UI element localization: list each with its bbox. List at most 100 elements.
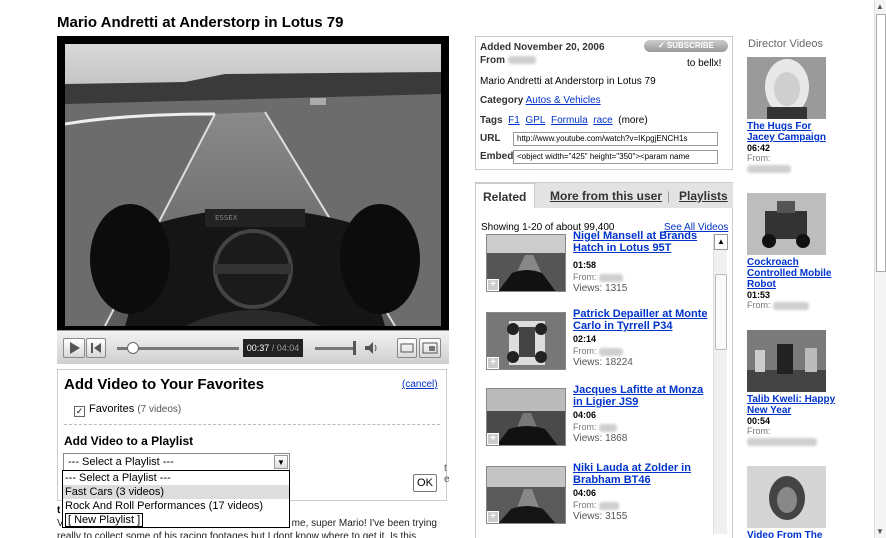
video-frame[interactable]: ESSEX (65, 44, 441, 326)
views-count: 3155 (605, 511, 628, 522)
description-line: really to collect some of his racing foo… (57, 531, 417, 538)
add-to-quicklist-icon[interactable]: + (487, 279, 499, 291)
scroll-up-icon[interactable]: ▲ (876, 2, 884, 11)
related-duration: 04:06 (573, 410, 597, 420)
subscribe-button[interactable]: ✓ SUBSCRIBE (644, 40, 728, 52)
scroll-down-icon[interactable]: ▼ (876, 527, 884, 536)
related-duration: 04:06 (573, 488, 597, 498)
related-duration: 01:58 (573, 260, 597, 270)
related-scrollbar[interactable]: ▲ (713, 234, 728, 534)
volume-handle[interactable] (353, 341, 356, 355)
views-count: 18224 (605, 357, 633, 368)
added-label: Added (480, 42, 512, 53)
url-label: URL (480, 133, 501, 144)
related-video-item[interactable]: + Nigel Mansell at Brands Hatch in Lotus… (484, 230, 716, 308)
scroll-up-icon[interactable]: ▲ (714, 234, 728, 250)
video-title-text: Mario Andretti at Anderstorp in Lotus 79 (480, 76, 656, 87)
related-from: From: (573, 500, 620, 510)
time-display: 00:37 / 04:04 (243, 339, 303, 357)
director-video-item[interactable]: Cockroach Controlled Mobile Robot 01:53 … (747, 193, 837, 310)
volume-track[interactable] (315, 347, 355, 350)
director-thumbnail[interactable] (747, 57, 826, 119)
category-link[interactable]: Autos & Vehicles (526, 95, 601, 106)
related-title[interactable]: Patrick Depailler at Monte Carlo in Tyrr… (573, 308, 713, 332)
add-to-quicklist-icon[interactable]: + (487, 357, 499, 369)
new-playlist-option[interactable]: [ New Playlist ] (65, 513, 144, 527)
from-label: From: (573, 272, 597, 282)
related-thumbnail[interactable]: + (486, 234, 566, 292)
tag-link[interactable]: GPL (525, 115, 545, 126)
side-fragment-1: t (444, 463, 447, 474)
director-video-item[interactable]: The Hugs For Jacey Campaign 06:42 From: (747, 57, 837, 173)
director-video-duration: 01:53 (747, 290, 771, 300)
favorites-checkbox[interactable]: ✓ (74, 406, 85, 417)
related-video-item[interactable]: + Niki Lauda at Zolder in Brabham BT46 0… (484, 462, 716, 538)
chevron-down-icon[interactable]: ▼ (274, 455, 288, 469)
ok-button[interactable]: OK (413, 474, 437, 492)
tags-more-link[interactable]: (more) (618, 115, 647, 126)
category-label: Category (480, 95, 524, 106)
popout-button[interactable] (397, 338, 417, 358)
director-video-item[interactable]: Video From The (747, 466, 837, 538)
volume-icon[interactable] (363, 340, 379, 361)
scrollbar-thumb[interactable] (876, 14, 886, 272)
related-title[interactable]: Niki Lauda at Zolder in Brabham BT46 (573, 462, 713, 486)
side-text-fragment: t e (444, 463, 450, 485)
director-video-duration: 06:42 (747, 143, 771, 153)
page-title: Mario Andretti at Anderstorp in Lotus 79 (57, 14, 344, 31)
playlist-option-selected[interactable]: Fast Cars (3 videos) (63, 485, 289, 499)
embed-label: Embed (480, 151, 513, 162)
related-video-item[interactable]: + Jacques Lafitte at Monza in Ligier JS9… (484, 384, 716, 460)
related-title[interactable]: Nigel Mansell at Brands Hatch in Lotus 9… (573, 230, 713, 254)
from-label: From (480, 55, 505, 66)
video-player[interactable]: ESSEX 00:37 / 04:04 (57, 36, 449, 364)
playlist-dropdown-list[interactable]: --- Select a Playlist --- Fast Cars (3 v… (62, 470, 290, 528)
director-video-title[interactable]: Video From The (747, 530, 837, 538)
url-field[interactable]: http://www.youtube.com/watch?v=IKpgjENCH… (513, 132, 718, 146)
tag-link[interactable]: race (593, 115, 612, 126)
favorites-checkbox-row[interactable]: ✓ Favorites (7 videos) (74, 403, 181, 417)
tab-more-from-user[interactable]: More from this user (550, 189, 662, 203)
add-to-quicklist-icon[interactable]: + (487, 511, 499, 523)
director-thumbnail[interactable] (747, 193, 826, 255)
related-thumbnail[interactable]: + (486, 466, 566, 524)
playlist-title: Add Video to a Playlist (64, 434, 194, 448)
url-label-text: URL (480, 133, 501, 144)
fullscreen-button[interactable] (419, 338, 441, 358)
playlist-option[interactable]: [ New Playlist ] (63, 513, 289, 527)
director-video-item[interactable]: Talib Kweli: Happy New Year 00:54 From: (747, 330, 837, 446)
cancel-link[interactable]: (cancel) (402, 379, 438, 390)
scrollbar-thumb[interactable] (715, 274, 727, 350)
director-video-from: From: (747, 153, 837, 173)
tags-label: Tags (480, 115, 503, 126)
director-video-title[interactable]: Talib Kweli: Happy New Year (747, 394, 837, 416)
related-videos-panel: Showing 1-20 of about 99,400 See All Vid… (475, 208, 733, 538)
add-to-quicklist-icon[interactable]: + (487, 433, 499, 445)
tag-link[interactable]: Formula (551, 115, 588, 126)
play-button[interactable] (63, 338, 85, 358)
playlist-option[interactable]: Rock And Roll Performances (17 videos) (63, 499, 289, 513)
related-thumbnail[interactable]: + (486, 388, 566, 446)
progress-handle[interactable] (127, 342, 139, 354)
from-label: From: (747, 153, 771, 163)
embed-field[interactable]: <object width="425" height="350"><param … (513, 150, 718, 164)
director-thumbnail[interactable] (747, 466, 826, 528)
tag-link[interactable]: F1 (508, 115, 520, 126)
related-title[interactable]: Jacques Lafitte at Monza in Ligier JS9 (573, 384, 713, 408)
director-video-title[interactable]: The Hugs For Jacey Campaign (747, 121, 837, 143)
director-thumbnail[interactable] (747, 330, 826, 392)
next-button[interactable] (86, 338, 106, 358)
blurred-username (773, 301, 810, 310)
playlist-select[interactable]: --- Select a Playlist --- ▼ (63, 453, 290, 471)
tab-playlists[interactable]: Playlists (679, 189, 728, 203)
director-video-from: From: (747, 300, 837, 310)
tab-related[interactable]: Related (475, 183, 535, 210)
from-label: From: (747, 426, 771, 436)
playlist-option[interactable]: --- Select a Playlist --- (63, 471, 289, 485)
related-thumbnail[interactable]: + (486, 312, 566, 370)
related-video-item[interactable]: + Patrick Depailler at Monte Carlo in Ty… (484, 308, 716, 384)
window-scrollbar[interactable]: ▲ ▼ (874, 0, 886, 538)
director-video-title[interactable]: Cockroach Controlled Mobile Robot (747, 257, 837, 290)
added-row: Added November 20, 2006 (480, 42, 605, 53)
from-row: From (480, 55, 536, 66)
